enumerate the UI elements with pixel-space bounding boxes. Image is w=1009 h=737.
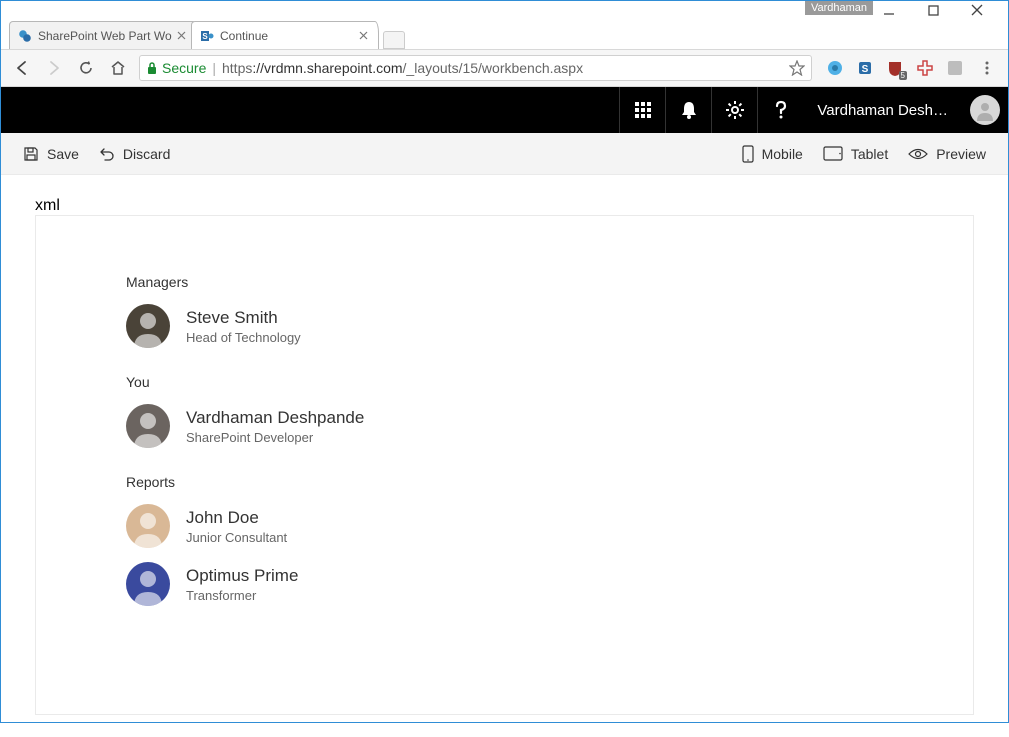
- workbench-command-bar: Save Discard Mobile Tablet Preview: [1, 133, 1008, 175]
- person-avatar: [126, 504, 170, 548]
- sharepoint-icon: [18, 29, 32, 43]
- suite-nav-bar: Vardhaman Desh…: [1, 87, 1008, 133]
- browser-tab[interactable]: SharePoint Web Part Wo: [9, 21, 197, 49]
- section-heading: Reports: [126, 474, 883, 490]
- browser-toolbar: Secure | https://vrdmn.sharepoint.com/_l…: [1, 49, 1008, 87]
- tablet-view-button[interactable]: Tablet: [823, 146, 888, 162]
- close-window-button[interactable]: [960, 1, 994, 19]
- minimize-button[interactable]: [872, 1, 906, 19]
- browser-tab[interactable]: S Continue: [191, 21, 379, 49]
- person-title: Junior Consultant: [186, 530, 287, 545]
- window-titlebar: Vardhaman: [1, 1, 1008, 19]
- address-bar[interactable]: Secure | https://vrdmn.sharepoint.com/_l…: [139, 55, 812, 81]
- close-tab-icon[interactable]: [357, 31, 370, 40]
- person-avatar: [126, 562, 170, 606]
- url-text: https://vrdmn.sharepoint.com/_layouts/15…: [222, 60, 583, 76]
- badge-count: 5: [899, 71, 907, 80]
- tab-label: SharePoint Web Part Wo: [38, 29, 175, 43]
- help-button[interactable]: [757, 87, 803, 133]
- current-user-name[interactable]: Vardhaman Desh…: [803, 87, 962, 133]
- ublock-icon[interactable]: 5: [886, 59, 904, 77]
- maximize-button[interactable]: [916, 1, 950, 19]
- secure-label: Secure: [162, 60, 206, 76]
- webpart-card: Managers Steve Smith Head of Technology …: [35, 215, 974, 715]
- window-profile-badge: Vardhaman: [805, 1, 873, 15]
- back-button[interactable]: [11, 57, 33, 79]
- tab-label: Continue: [220, 29, 357, 43]
- new-tab-button[interactable]: [383, 31, 405, 49]
- extension-icon[interactable]: [826, 59, 844, 77]
- person-title: Transformer: [186, 588, 298, 603]
- lock-icon: [146, 61, 158, 75]
- person-name: Vardhaman Deshpande: [186, 407, 364, 429]
- chrome-menu-button[interactable]: [976, 57, 998, 79]
- discard-label: Discard: [123, 146, 170, 162]
- preview-icon: [908, 147, 928, 161]
- person-name: Optimus Prime: [186, 565, 298, 587]
- workbench-canvas: xml Managers Steve Smith Head of Technol…: [1, 175, 1008, 737]
- window-controls: [872, 1, 1008, 19]
- extension-icon[interactable]: [916, 59, 934, 77]
- person-avatar: [126, 404, 170, 448]
- user-avatar[interactable]: [962, 87, 1008, 133]
- preview-label: Preview: [936, 146, 986, 162]
- person-name: Steve Smith: [186, 307, 301, 329]
- person-info: Steve Smith Head of Technology: [186, 307, 301, 344]
- mobile-label: Mobile: [762, 146, 803, 162]
- person-title: SharePoint Developer: [186, 430, 364, 445]
- undo-icon: [99, 146, 115, 162]
- extension-icon[interactable]: S: [856, 59, 874, 77]
- person-info: Optimus Prime Transformer: [186, 565, 298, 602]
- person-title: Head of Technology: [186, 330, 301, 345]
- secure-indicator: Secure: [146, 60, 206, 76]
- person-info: Vardhaman Deshpande SharePoint Developer: [186, 407, 364, 444]
- tablet-label: Tablet: [851, 146, 888, 162]
- svg-text:S: S: [862, 64, 869, 75]
- reload-button[interactable]: [75, 57, 97, 79]
- person-name: John Doe: [186, 507, 287, 529]
- person-info: John Doe Junior Consultant: [186, 507, 287, 544]
- mobile-icon: [742, 145, 754, 163]
- app-launcher-button[interactable]: [619, 87, 665, 133]
- forward-button[interactable]: [43, 57, 65, 79]
- discard-button[interactable]: Discard: [99, 146, 170, 162]
- section-heading: Managers: [126, 274, 883, 290]
- browser-tab-strip: SharePoint Web Part Wo S Continue: [1, 19, 1008, 49]
- save-icon: [23, 146, 39, 162]
- close-tab-icon[interactable]: [175, 31, 188, 40]
- person-row[interactable]: Optimus Prime Transformer: [126, 562, 883, 606]
- url-separator: |: [212, 60, 216, 76]
- tablet-icon: [823, 146, 843, 161]
- person-avatar: [126, 304, 170, 348]
- mobile-view-button[interactable]: Mobile: [742, 145, 803, 163]
- sharepoint-icon: S: [200, 29, 214, 43]
- settings-button[interactable]: [711, 87, 757, 133]
- save-label: Save: [47, 146, 79, 162]
- person-row[interactable]: Vardhaman Deshpande SharePoint Developer: [126, 404, 883, 448]
- bookmark-star-icon[interactable]: [789, 60, 805, 76]
- person-row[interactable]: Steve Smith Head of Technology: [126, 304, 883, 348]
- notifications-button[interactable]: [665, 87, 711, 133]
- svg-text:S: S: [202, 32, 208, 41]
- save-button[interactable]: Save: [23, 146, 79, 162]
- section-heading: You: [126, 374, 883, 390]
- preview-button[interactable]: Preview: [908, 146, 986, 162]
- extension-icon[interactable]: [946, 59, 964, 77]
- home-button[interactable]: [107, 57, 129, 79]
- person-row[interactable]: John Doe Junior Consultant: [126, 504, 883, 548]
- extension-bar: S 5: [822, 57, 998, 79]
